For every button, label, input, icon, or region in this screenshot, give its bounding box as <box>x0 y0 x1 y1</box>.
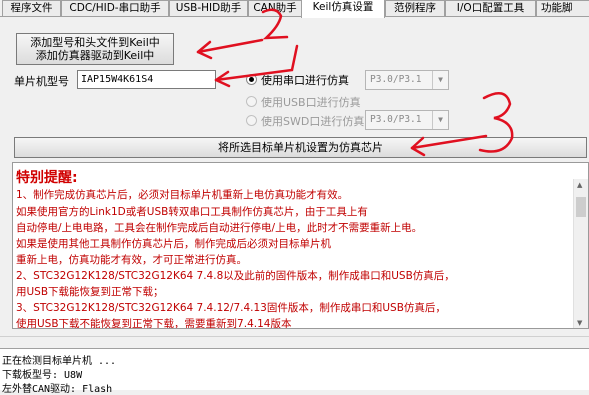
tab-io-config[interactable]: I/O口配置工具 <box>445 0 536 16</box>
scroll-thumb[interactable] <box>576 197 586 217</box>
log-line: 正在检测目标单片机 ... <box>2 356 117 367</box>
tab-program-file[interactable]: 程序文件 <box>2 0 61 16</box>
horizontal-scrollbar[interactable] <box>0 336 589 348</box>
swd-port-value: P3.0/P3.1 <box>370 114 422 125</box>
serial-option-label: 使用串口进行仿真 <box>261 74 349 87</box>
tab-cdc-hid-serial[interactable]: CDC/HID-串口助手 <box>61 0 169 16</box>
add-button-line2: 添加仿真器驱动到Keil中 <box>35 49 155 62</box>
chevron-down-icon: ▼ <box>432 111 448 129</box>
info-line: 使用USB下载不能恢复到正常下载，需要重新到7.4.14版本 <box>16 318 292 329</box>
usb-option-label: 使用USB口进行仿真 <box>261 96 361 109</box>
serial-port-select[interactable]: P3.0/P3.1 ▼ <box>365 70 449 90</box>
info-line: 如果是使用其他工具制作仿真芯片后，制作完成后必须对目标单片机 <box>16 238 331 250</box>
tab-function-pins[interactable]: 功能脚 <box>536 0 589 16</box>
tab-can[interactable]: CAN助手 <box>248 0 302 16</box>
scroll-down-icon[interactable]: ▼ <box>577 319 582 327</box>
annotation-arrow-1 <box>196 38 264 54</box>
add-button-line1: 添加型号和头文件到Keil中 <box>30 36 160 49</box>
swd-radio[interactable] <box>246 115 257 126</box>
set-emulation-chip-button[interactable]: 将所选目标单片机设置为仿真芯片 <box>14 137 587 158</box>
tab-examples[interactable]: 范例程序 <box>385 0 445 16</box>
log-line: 左外替CAN驱动: Flash <box>2 384 113 395</box>
annotation-arrowhead-2 <box>214 70 231 88</box>
info-line: 用USB下载能恢复到正常下载； <box>16 286 164 298</box>
serial-port-value: P3.0/P3.1 <box>370 74 422 85</box>
info-line: 3、STC32G12K128/STC32G12K64 7.4.12/7.4.13… <box>16 302 446 314</box>
chevron-down-icon: ▼ <box>432 71 448 89</box>
tab-bar: 程序文件 CDC/HID-串口助手 USB-HID助手 CAN助手 Keil仿真… <box>0 0 589 18</box>
info-line: 自动停电/上电电路，工具会在制作完成后自动进行停电/上电，此时才不需要重新上电。 <box>16 222 423 234</box>
tab-usb-hid[interactable]: USB-HID助手 <box>169 0 248 16</box>
swd-port-select[interactable]: P3.0/P3.1 ▼ <box>365 110 449 130</box>
usb-radio[interactable] <box>246 96 257 107</box>
info-line: 重新上电，仿真功能才有效，才可正常进行仿真。 <box>16 254 247 266</box>
add-to-keil-button[interactable]: 添加型号和头文件到Keil中 添加仿真器驱动到Keil中 <box>16 33 174 65</box>
info-title: 特别提醒: <box>16 170 78 186</box>
scroll-up-icon[interactable]: ▲ <box>577 181 582 189</box>
status-log: 正在检测目标单片机 ... 下载板型号: U8W 左外替CAN驱动: Flash <box>0 348 589 395</box>
serial-radio[interactable] <box>246 74 257 85</box>
mcu-model-field[interactable]: IAP15W4K61S4 <box>77 70 216 89</box>
log-line: 下载板型号: U8W <box>2 370 83 381</box>
tab-keil-settings[interactable]: Keil仿真设置 <box>301 0 385 18</box>
mcu-model-label: 单片机型号 <box>14 75 69 88</box>
info-line: 如果使用官方的Link1D或者USB转双串口工具制作仿真芯片，由于工具上有 <box>16 206 368 218</box>
info-panel: 特别提醒: 1、制作完成仿真芯片后，必须对目标单片机重新上电仿真功能才有效。 如… <box>12 162 589 329</box>
annotation-arrowhead-1 <box>196 40 213 60</box>
swd-option-label: 使用SWD口进行仿真 <box>261 115 365 128</box>
info-scrollbar[interactable]: ▲ ▼ <box>573 179 588 328</box>
info-line: 2、STC32G12K128/STC32G12K64 7.4.8以及此前的固件版… <box>16 270 455 282</box>
info-line: 1、制作完成仿真芯片后，必须对目标单片机重新上电仿真功能才有效。 <box>16 189 349 201</box>
